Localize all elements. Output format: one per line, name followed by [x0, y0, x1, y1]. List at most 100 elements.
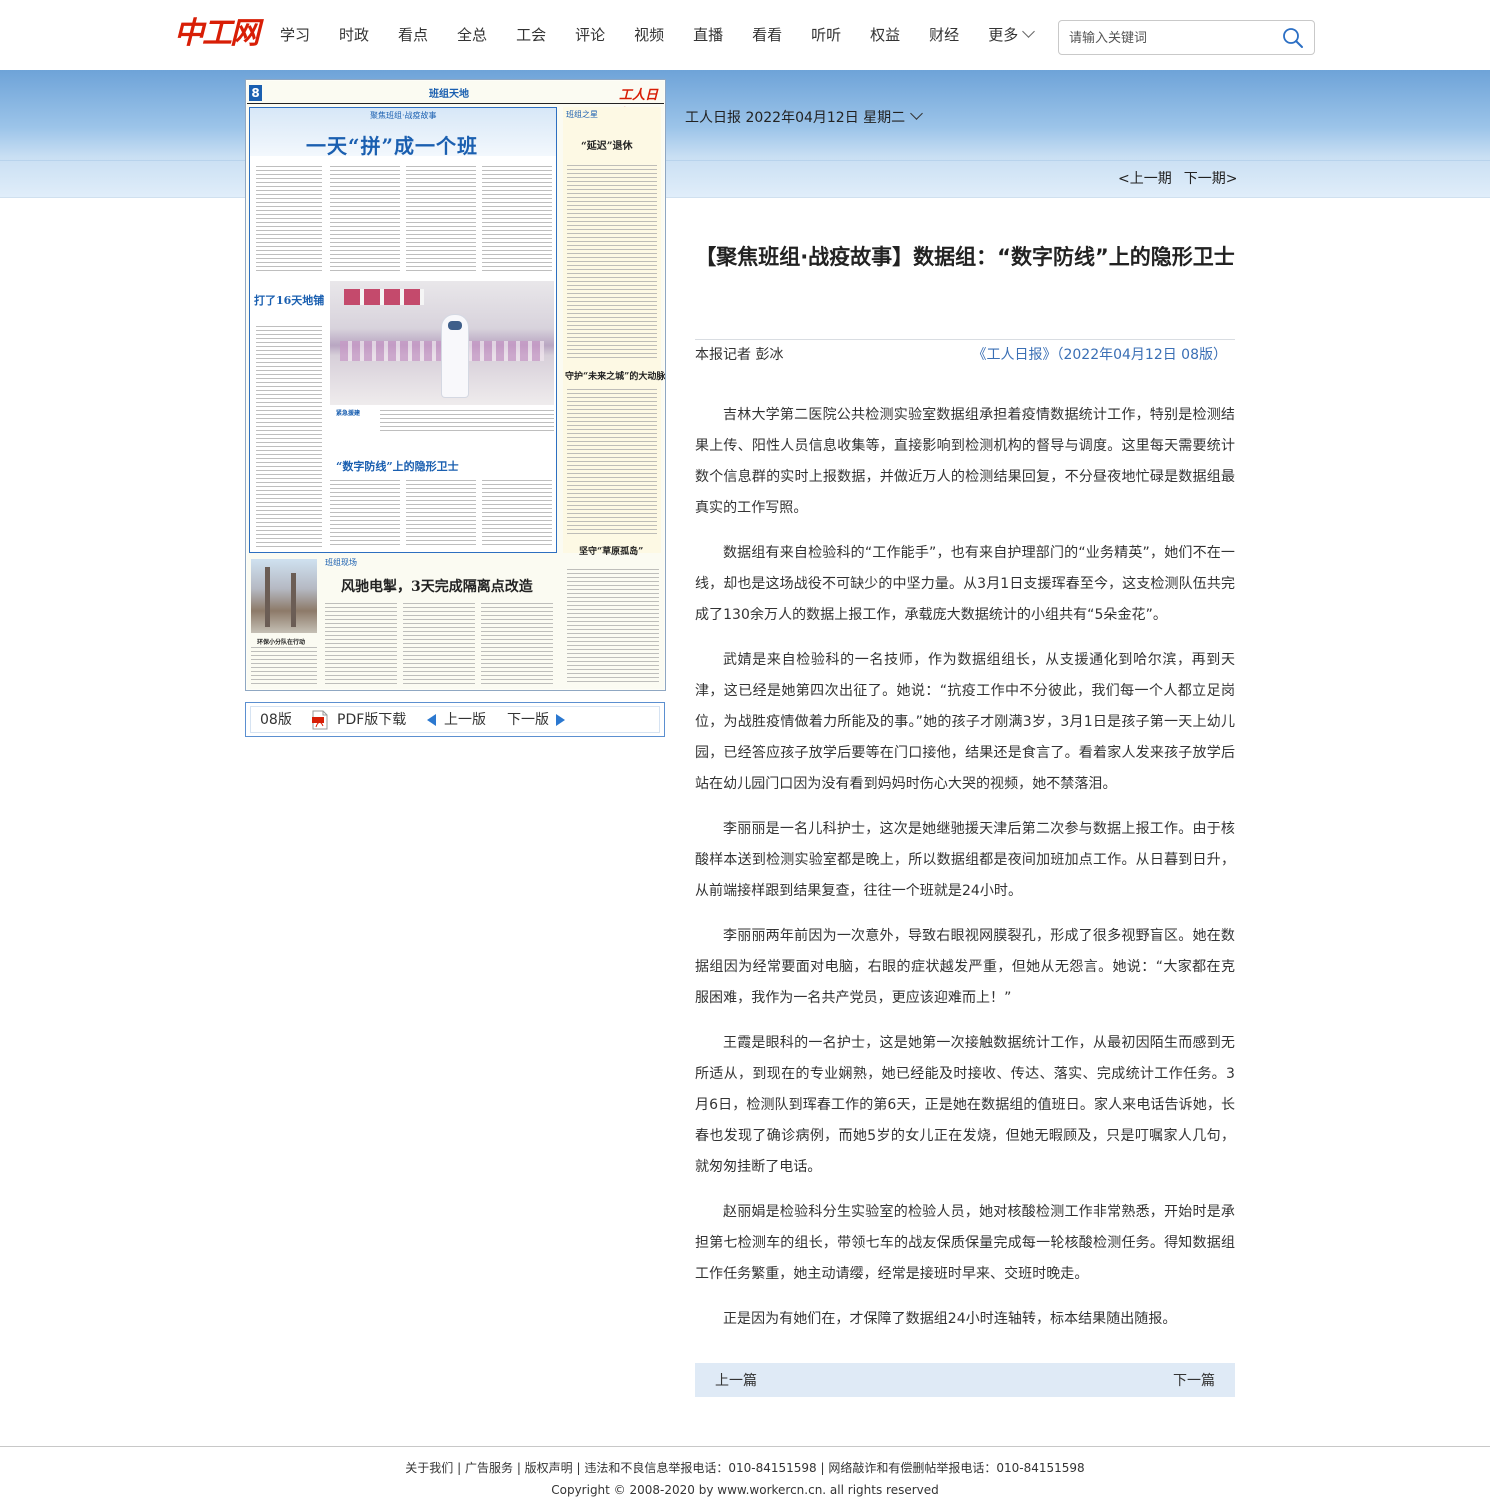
text-column [325, 603, 397, 685]
text-column [403, 603, 475, 685]
nav-item-gonghui[interactable]: 工会 [516, 25, 546, 45]
text-column [380, 410, 554, 432]
current-page-label[interactable]: 08版 [260, 711, 292, 729]
page-header-rule [247, 103, 664, 104]
photo-caption: 紧急援建 [336, 410, 361, 417]
text-column [330, 166, 400, 274]
article-paragraph: 王霞是眼科的一名护士，这是她第一次接触数据统计工作，从最初因陌生而感到无所适从，… [695, 1035, 1235, 1175]
edition-date-dropdown[interactable]: 工人日报 2022年04月12日 星期二 [685, 107, 924, 128]
photo-detail [291, 573, 296, 627]
article-author: 本报记者 彭冰 [695, 347, 784, 363]
page-toolbar: 08版 PDF版下载 上一版 下一版 [245, 702, 665, 737]
previous-article-link[interactable]: 上一篇 [715, 1370, 757, 1390]
nav-item-kandian[interactable]: 看点 [398, 25, 428, 45]
text-column [251, 647, 317, 685]
footer-report-hotline: 违法和不良信息举报电话：010-84151598 [584, 1461, 817, 1475]
article-pager: 上一篇 下一篇 [695, 1363, 1235, 1397]
article-paragraph: 数据组有来自检验科的“工作能手”，也有来自护理部门的“业务精英”，她们不在一线，… [695, 545, 1235, 623]
text-column [482, 480, 552, 548]
article-paragraph: 吉林大学第二医院公共检测实验室数据组承担着疫情数据统计工作，特别是检测结果上传、… [695, 407, 1235, 516]
sidebar-headline: “延迟”退休 [581, 141, 633, 152]
sidebar-section-label: 班组之星 [566, 110, 598, 119]
divider [0, 160, 1490, 161]
newspaper-page-canvas: 8 班组天地 工人日报 聚焦班组·战疫故事 一天“拼”成一个班 打了16天地铺 … [247, 81, 665, 689]
previous-issue-link[interactable]: <上一期 [1118, 171, 1172, 187]
sidebar-headline: 守护“未来之城”的大动脉 [565, 372, 666, 382]
text-column [567, 389, 657, 537]
nav-item-pinglun[interactable]: 评论 [575, 25, 605, 45]
bottom-story-headline: 风驰电掣，3天完成隔离点改造 [341, 579, 533, 595]
triangle-left-icon[interactable] [427, 714, 436, 726]
footer-link-about[interactable]: 关于我们 [405, 1461, 453, 1475]
article-paragraph: 武婧是来自检验科的一名技师，作为数据组组长，从支援通化到哈尔滨，再到天津，这已经… [695, 652, 1235, 792]
nav-item-quanzong[interactable]: 全总 [457, 25, 487, 45]
next-page-link[interactable]: 下一版 [507, 711, 549, 729]
article-paragraph: 李丽丽是一名儿科护士，这次是她继驰援天津后第二次参与数据上报工作。由于核酸样本送… [695, 821, 1235, 899]
triangle-right-icon[interactable] [556, 714, 565, 726]
footer-copyright: Copyright © 2008-2020 by www.workercn.cn… [551, 1483, 939, 1497]
nav-item-quanyi[interactable]: 权益 [870, 25, 900, 45]
footer-link-ads[interactable]: 广告服务 [465, 1461, 513, 1475]
text-column [567, 165, 657, 361]
photo-detail [448, 321, 462, 330]
sidebar-headline: 坚守“草原孤岛” [579, 547, 644, 557]
chevron-down-icon [910, 107, 924, 120]
bottom-section-label: 班组现场 [325, 558, 357, 567]
issue-navigation: <上一期 下一期> [1118, 169, 1249, 189]
main-story-headline: 一天“拼”成一个班 [306, 134, 479, 158]
nav-item-caijing[interactable]: 财经 [929, 25, 959, 45]
footer-links: 关于我们 | 广告服务 | 版权声明 | 违法和不良信息举报电话：010-841… [405, 1461, 1085, 1475]
text-column [406, 166, 476, 274]
nav-item-kankan[interactable]: 看看 [752, 25, 782, 45]
nav-more-dropdown[interactable]: 更多 [988, 25, 1036, 45]
page-section-title: 班组天地 [429, 89, 469, 100]
article-paragraph: 赵丽娟是检验科分生实验室的检验人员，她对核酸检测工作非常熟悉，开始时是承担第七检… [695, 1204, 1235, 1282]
main-story-section-label: 聚焦班组·战疫故事 [370, 111, 437, 120]
nav-more-label: 更多 [988, 26, 1019, 44]
nav-item-tingting[interactable]: 听听 [811, 25, 841, 45]
divider [0, 197, 1490, 198]
text-column [567, 569, 659, 685]
photo-caption: 环保小分队在行动 [257, 639, 306, 646]
text-column [256, 326, 322, 548]
search-input[interactable] [1069, 27, 1279, 49]
nav-item-shizheng[interactable]: 时政 [339, 25, 369, 45]
news-photo [251, 559, 317, 633]
text-column [482, 166, 552, 274]
photo-detail [344, 289, 424, 305]
article-paragraph: 正是因为有她们在，才保障了数据组24小时连轴转，标本结果随出随报。 [723, 1311, 1177, 1327]
pdf-icon[interactable] [312, 710, 328, 730]
next-article-link[interactable]: 下一篇 [1173, 1370, 1215, 1390]
edition-banner [0, 70, 1490, 198]
nav-item-xuexi[interactable]: 学习 [280, 25, 310, 45]
news-photo [330, 281, 554, 405]
photo-detail [265, 567, 270, 627]
story-subheadline-left: 打了16天地铺 [254, 294, 325, 307]
footer-divider [0, 1446, 1490, 1447]
text-column [406, 480, 476, 548]
sidebar-story-column[interactable]: 班组之星 “延迟”退休 守护“未来之城”的大动脉 坚守“草原孤岛” [563, 107, 665, 557]
search-icon[interactable] [1282, 27, 1304, 49]
footer-link-copyright[interactable]: 版权声明 [525, 1461, 573, 1475]
text-column [256, 166, 322, 274]
newspaper-page-image[interactable]: 8 班组天地 工人日报 聚焦班组·战疫故事 一天“拼”成一个班 打了16天地铺 … [245, 79, 666, 691]
article-source-link[interactable]: 《工人日报》（2022年04月12日 08版） [972, 345, 1227, 365]
article-paragraph: 李丽丽两年前因为一次意外，导致右眼视网膜裂孔，形成了很多视野盲区。她在数据组因为… [695, 928, 1235, 1006]
previous-page-link[interactable]: 上一版 [444, 711, 486, 729]
nav-item-zhibo[interactable]: 直播 [693, 25, 723, 45]
text-column [330, 480, 400, 548]
site-logo[interactable]: 中工网 [174, 18, 260, 50]
nav-item-shipin[interactable]: 视频 [634, 25, 664, 45]
article-title: 【聚焦班组·战疫故事】数据组：“数字防线”上的隐形卫士 [695, 245, 1235, 269]
top-navigation-bar: 中工网 学习 时政 看点 全总 工会 评论 视频 直播 看看 听听 权益 财经 … [0, 0, 1490, 70]
story-subheadline-center: “数字防线”上的隐形卫士 [336, 460, 459, 473]
page-number-badge: 8 [249, 85, 262, 101]
pdf-download-link[interactable]: PDF版下载 [337, 711, 406, 729]
edition-date-label: 工人日报 2022年04月12日 星期二 [685, 110, 906, 126]
article-body: 吉林大学第二医院公共检测实验室数据组承担着疫情数据统计工作，特别是检测结果上传、… [695, 400, 1235, 1349]
main-nav: 学习 时政 看点 全总 工会 评论 视频 直播 看看 听听 权益 财经 更多 [280, 25, 1036, 45]
search-box [1058, 20, 1315, 55]
next-issue-link[interactable]: 下一期> [1184, 171, 1238, 187]
footer-extortion-hotline: 网络敲诈和有偿删帖举报电话：010-84151598 [828, 1461, 1085, 1475]
main-story-block[interactable]: 聚焦班组·战疫故事 一天“拼”成一个班 打了16天地铺 紧急援建 “数字防线”上… [249, 107, 557, 553]
